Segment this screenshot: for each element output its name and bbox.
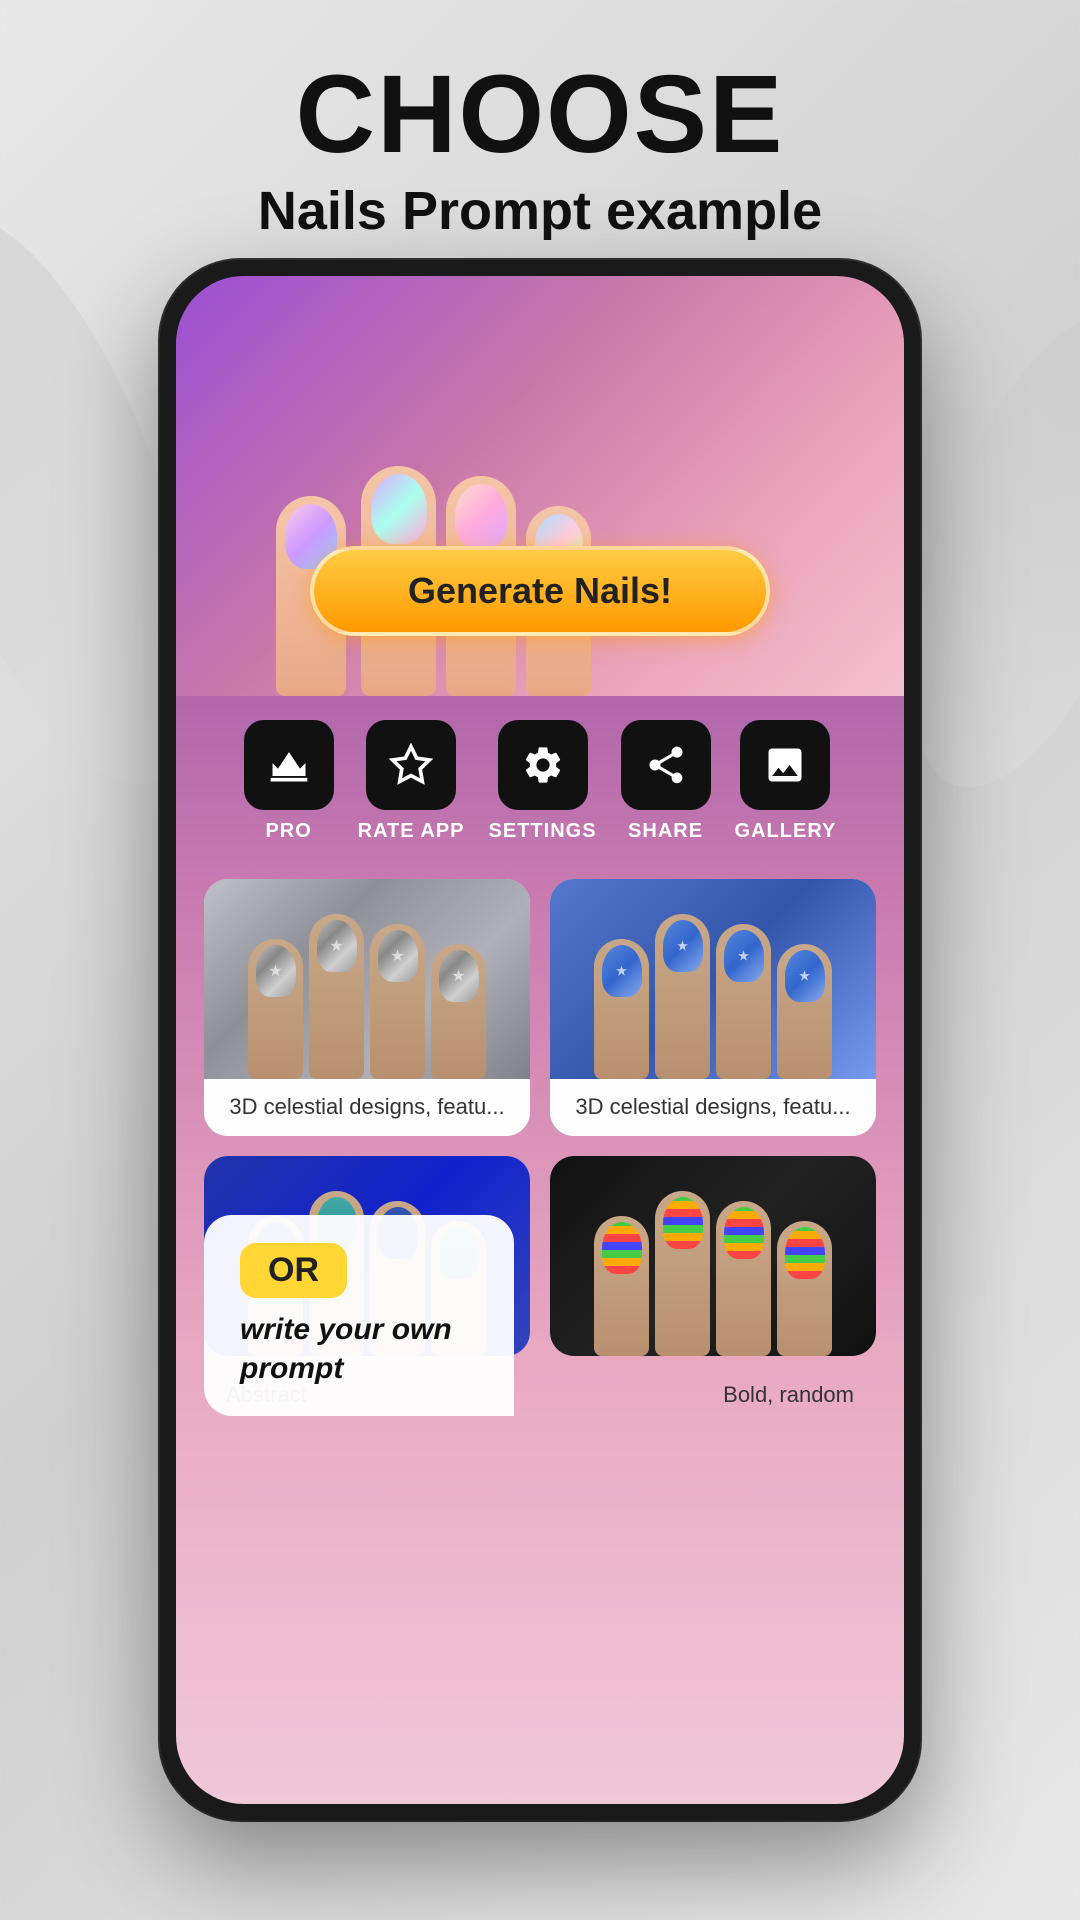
nail-3: [455, 484, 507, 549]
pro-icon-box: [244, 720, 334, 810]
or-badge: OR: [240, 1243, 347, 1298]
image-icon: [763, 743, 807, 787]
g-nail-1: [256, 945, 296, 997]
gallery-item-4[interactable]: [550, 1156, 876, 1356]
bottom-caption-right: Bold, random: [723, 1382, 854, 1408]
gallery-item-2[interactable]: 3D celestial designs, featu...: [550, 879, 876, 1136]
action-rate-app[interactable]: RATE APP: [358, 720, 465, 843]
gallery-item-1[interactable]: 3D celestial designs, featu...: [204, 879, 530, 1136]
g-finger-5: [594, 939, 649, 1079]
share-icon-box: [621, 720, 711, 810]
g-nail-16: [785, 1227, 825, 1279]
action-pro[interactable]: PRO: [244, 720, 334, 843]
share-label: SHARE: [628, 820, 703, 843]
nail-2: [371, 474, 427, 544]
star-icon: [389, 743, 433, 787]
crown-icon: [267, 743, 311, 787]
gear-icon: [521, 743, 565, 787]
hero-image: Generate Nails!: [176, 276, 904, 696]
settings-label: SETTINGS: [489, 820, 597, 843]
g-nail-13: [602, 1222, 642, 1274]
rate-app-icon-box: [366, 720, 456, 810]
g-nail-4: [439, 950, 479, 1002]
page-header: CHOOSE Nails Prompt example: [0, 0, 1080, 282]
g-finger-13: [594, 1216, 649, 1356]
g-finger-3: [370, 924, 425, 1079]
g-finger-7: [716, 924, 771, 1079]
g-nail-7: [724, 930, 764, 982]
gallery-image-2: [550, 879, 876, 1079]
g-finger-16: [777, 1221, 832, 1356]
page-title: CHOOSE: [0, 60, 1080, 170]
g-nail-15: [724, 1207, 764, 1259]
g-nail-8: [785, 950, 825, 1002]
g-nail-3: [378, 930, 418, 982]
page-subtitle: Nails Prompt example: [0, 180, 1080, 242]
gallery-caption-2: 3D celestial designs, featu...: [550, 1079, 876, 1136]
g-finger-2: [309, 914, 364, 1079]
action-gallery[interactable]: GALLERY: [735, 720, 837, 843]
gallery-grid-top: 3D celestial designs, featu...: [176, 859, 904, 1136]
g-finger-15: [716, 1201, 771, 1356]
gallery-icon-box: [740, 720, 830, 810]
g-nail-5: [602, 945, 642, 997]
phone-frame: Generate Nails! PRO: [160, 260, 920, 1820]
g-nail-14: [663, 1197, 703, 1249]
generate-button-label: Generate Nails!: [408, 570, 672, 612]
action-bar: PRO RATE APP: [176, 696, 904, 859]
settings-icon-box: [498, 720, 588, 810]
g-finger-8: [777, 944, 832, 1079]
generate-button[interactable]: Generate Nails!: [310, 546, 770, 636]
phone-screen: Generate Nails! PRO: [176, 276, 904, 1804]
gallery-image-4: [550, 1156, 876, 1356]
pro-label: PRO: [265, 820, 311, 843]
g-finger-14: [655, 1191, 710, 1356]
gallery-image-1: [204, 879, 530, 1079]
action-settings[interactable]: SETTINGS: [489, 720, 597, 843]
action-share[interactable]: SHARE: [621, 720, 711, 843]
g-nail-6: [663, 920, 703, 972]
g-finger-6: [655, 914, 710, 1079]
gallery-label: GALLERY: [735, 820, 837, 843]
g-finger-4: [431, 944, 486, 1079]
rate-app-label: RATE APP: [358, 820, 465, 843]
or-prompt-text: write your own prompt: [240, 1310, 478, 1388]
phone-mockup: Generate Nails! PRO: [160, 260, 920, 1820]
g-nail-2: [317, 920, 357, 972]
gallery-caption-1: 3D celestial designs, featu...: [204, 1079, 530, 1136]
or-overlay: OR write your own prompt: [204, 1215, 514, 1416]
gallery-grid-bottom: OR write your own prompt Abstract Bold, …: [176, 1136, 904, 1416]
g-finger-1: [248, 939, 303, 1079]
share-icon: [644, 743, 688, 787]
